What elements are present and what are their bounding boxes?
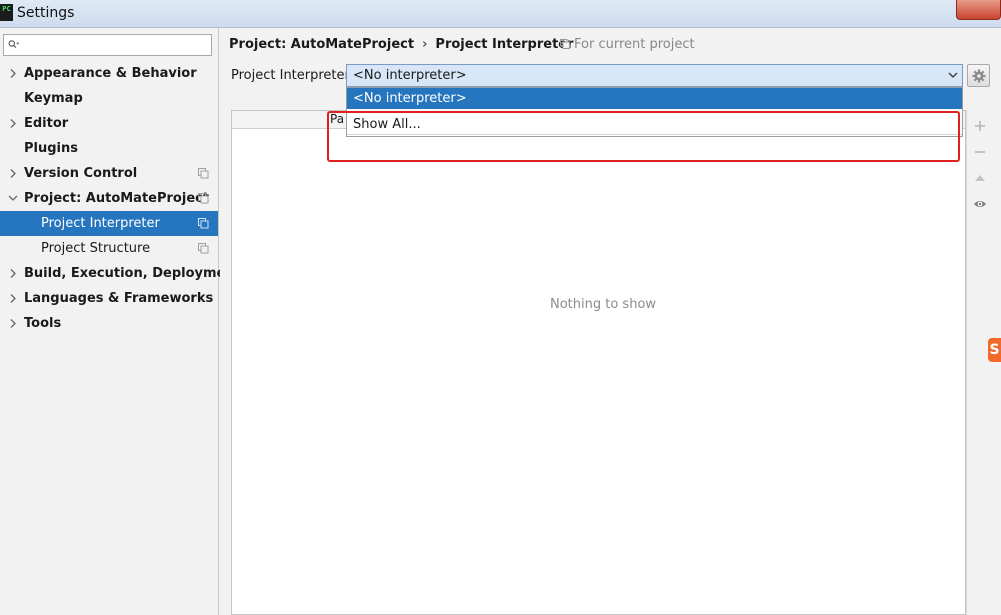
- chevron-right-icon[interactable]: [8, 261, 18, 286]
- upgrade-icon[interactable]: [973, 171, 987, 185]
- sidebar-item-label: Languages & Frameworks: [24, 291, 214, 306]
- sidebar-item-label: Version Control: [24, 166, 138, 181]
- packages-table: Pa Nothing to show: [231, 110, 966, 615]
- sidebar-item[interactable]: Version Control: [0, 161, 218, 186]
- option-no-interpreter[interactable]: <No interpreter>: [347, 88, 962, 109]
- settings-search-field[interactable]: [3, 34, 212, 56]
- interpreter-label: Project Interpreter:: [231, 68, 355, 83]
- search-icon: [8, 40, 20, 49]
- project-scope-icon: [198, 193, 209, 204]
- table-toolbar: [966, 110, 993, 615]
- sidebar-item-label: Project Structure: [41, 241, 151, 256]
- chevron-right-icon[interactable]: [8, 286, 18, 311]
- chevron-down-icon[interactable]: [8, 186, 18, 211]
- sidebar-item[interactable]: Editor: [0, 111, 218, 136]
- title-bar: PC Settings: [0, 0, 1001, 28]
- sidebar-item-label: Editor: [24, 116, 69, 131]
- chevron-right-icon[interactable]: [8, 311, 18, 336]
- sidebar-item-label: Tools: [24, 316, 62, 331]
- sidebar-item[interactable]: Appearance & Behavior: [0, 61, 218, 86]
- app-icon-text: PC: [2, 5, 11, 13]
- ime-logo[interactable]: S: [988, 338, 1001, 362]
- settings-sidebar: Appearance & Behavior Keymap Editor Plugins…: [0, 28, 241, 615]
- scope-note-text: For current project: [574, 37, 695, 52]
- interpreter-combobox[interactable]: <No interpreter>: [346, 64, 963, 87]
- interpreter-settings-button[interactable]: [967, 64, 990, 87]
- breadcrumb: Project: AutoMateProject › Project Interpr…: [229, 37, 574, 52]
- breadcrumb-current: Project Interpreter: [435, 37, 574, 52]
- project-scope-icon: [560, 39, 570, 49]
- empty-table-message: Nothing to show: [550, 297, 657, 312]
- sidebar-item-label: Keymap: [24, 91, 83, 106]
- sidebar-item[interactable]: Keymap: [0, 86, 218, 111]
- window-title: Settings: [17, 5, 75, 21]
- sidebar-item[interactable]: Project Interpreter: [0, 211, 218, 236]
- chevron-right-icon[interactable]: [8, 111, 18, 136]
- chevron-down-icon: [948, 72, 958, 78]
- add-icon[interactable]: [973, 119, 987, 133]
- sidebar-item-label: Project: AutoMateProject: [24, 191, 210, 206]
- pycharm-app-icon: PC: [0, 4, 13, 21]
- sidebar-item[interactable]: Build, Execution, Deployment: [0, 261, 241, 286]
- sidebar-item-label: Appearance & Behavior: [24, 66, 197, 81]
- sidebar-item[interactable]: Languages & Frameworks: [0, 286, 218, 311]
- interpreter-selected-value: <No interpreter>: [353, 68, 467, 83]
- project-scope-icon: [198, 218, 209, 229]
- sidebar-item-label: Project Interpreter: [41, 216, 160, 231]
- sidebar-item-label: Build, Execution, Deployment: [24, 266, 241, 281]
- highlight-annotation: [327, 111, 960, 162]
- remove-icon[interactable]: [973, 145, 987, 159]
- eye-icon[interactable]: [973, 197, 987, 211]
- gear-icon: [972, 69, 986, 83]
- project-scope-icon: [198, 168, 209, 179]
- sidebar-item[interactable]: Plugins: [0, 136, 218, 161]
- close-button[interactable]: [956, 0, 1001, 20]
- sidebar-item[interactable]: Project: AutoMateProject: [0, 186, 218, 211]
- sidebar-item-label: Plugins: [24, 141, 78, 156]
- chevron-right-icon[interactable]: [8, 161, 18, 186]
- breadcrumb-parent: Project: AutoMateProject: [229, 37, 415, 52]
- scope-note: For current project: [560, 37, 695, 52]
- sidebar-item[interactable]: Project Structure: [0, 236, 218, 261]
- project-scope-icon: [198, 243, 209, 254]
- sidebar-item[interactable]: Tools: [0, 311, 218, 336]
- chevron-right-icon[interactable]: [8, 61, 18, 86]
- breadcrumb-separator: ›: [422, 37, 428, 52]
